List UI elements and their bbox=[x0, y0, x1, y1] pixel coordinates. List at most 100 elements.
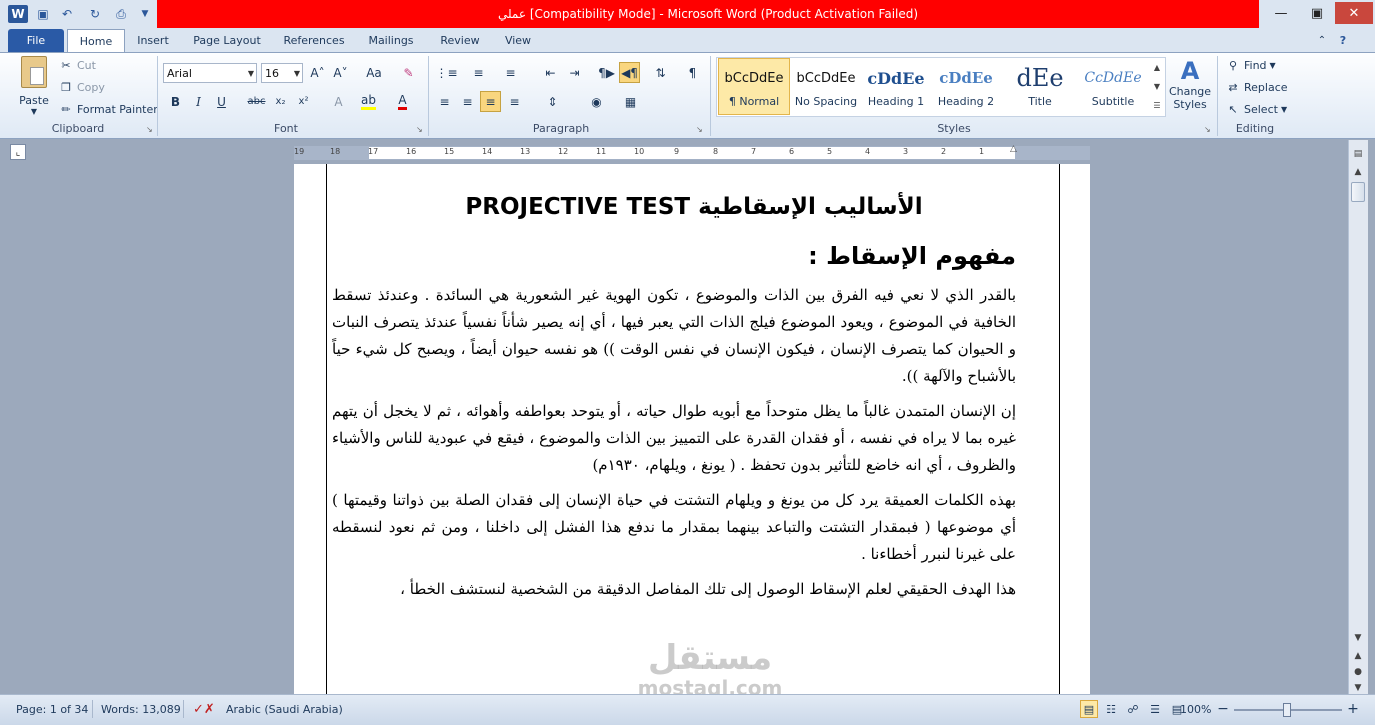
align-right-button[interactable]: ≡ bbox=[480, 91, 501, 112]
clipboard-launcher-icon[interactable]: ↘ bbox=[146, 125, 153, 134]
language-indicator[interactable]: Arabic (Saudi Arabia) bbox=[226, 700, 343, 718]
style-name: Title bbox=[1028, 95, 1052, 108]
help-icon[interactable]: ? bbox=[1334, 29, 1352, 52]
subscript-button[interactable]: x₂ bbox=[270, 91, 291, 112]
underline-button[interactable]: U bbox=[211, 91, 232, 112]
change-styles-button[interactable]: A Change Styles bbox=[1168, 57, 1212, 119]
tab-mailings[interactable]: Mailings bbox=[360, 29, 422, 52]
font-color-button[interactable]: A bbox=[392, 91, 413, 112]
format-painter-button[interactable]: ✏ Format Painter bbox=[58, 99, 157, 119]
numbering-button[interactable]: ≡ bbox=[468, 62, 489, 83]
strikethrough-button[interactable]: abc bbox=[246, 91, 267, 112]
sort-button[interactable]: ⇅ bbox=[650, 62, 671, 83]
select-browse-object-icon[interactable]: ● bbox=[1349, 664, 1367, 680]
maximize-icon[interactable]: ▣ bbox=[1299, 2, 1335, 24]
style-subtitle[interactable]: CcDdEe Subtitle bbox=[1077, 58, 1149, 115]
find-button[interactable]: ⚲ Find ▼ bbox=[1225, 55, 1276, 75]
paragraph-launcher-icon[interactable]: ↘ bbox=[696, 125, 703, 134]
align-left-button[interactable]: ≡ bbox=[434, 91, 455, 112]
style-heading-1[interactable]: cDdEe Heading 1 bbox=[860, 58, 932, 115]
zoom-level[interactable]: 100% bbox=[1180, 700, 1211, 718]
tab-file[interactable]: File bbox=[8, 29, 64, 52]
styles-launcher-icon[interactable]: ↘ bbox=[1204, 125, 1211, 134]
align-center-button[interactable]: ≡ bbox=[457, 91, 478, 112]
ruler-tick: 11 bbox=[596, 147, 607, 156]
style-heading-2[interactable]: cDdEe Heading 2 bbox=[930, 58, 1002, 115]
highlight-button[interactable]: ab bbox=[358, 91, 379, 112]
tab-view[interactable]: View bbox=[496, 29, 540, 52]
select-button[interactable]: ↖ Select ▼ bbox=[1225, 99, 1287, 119]
page-count[interactable]: Page: 1 of 34 bbox=[16, 700, 88, 718]
italic-button[interactable]: I bbox=[188, 91, 209, 112]
justify-button[interactable]: ≡ bbox=[504, 91, 525, 112]
ruler-tick: 6 bbox=[789, 147, 795, 156]
replace-button[interactable]: ⇄ Replace bbox=[1225, 77, 1287, 97]
view-ruler-icon[interactable]: ▤ bbox=[1349, 146, 1367, 162]
zoom-in-icon[interactable]: + bbox=[1346, 700, 1360, 718]
styles-gallery-scroll[interactable]: ▲ ▼ ☰ bbox=[1149, 58, 1165, 116]
zoom-out-icon[interactable]: − bbox=[1216, 700, 1230, 718]
multilevel-list-button[interactable]: ≡ bbox=[500, 62, 521, 83]
tab-home[interactable]: Home bbox=[67, 29, 125, 52]
scroll-thumb[interactable] bbox=[1351, 182, 1365, 202]
change-case-button[interactable]: Aa bbox=[361, 62, 387, 83]
full-screen-reading-icon[interactable]: ☷ bbox=[1102, 700, 1120, 718]
tab-page-layout[interactable]: Page Layout bbox=[186, 29, 268, 52]
font-name-combo[interactable]: Arial ▼ bbox=[163, 63, 257, 83]
paintbrush-icon: ✏ bbox=[61, 102, 71, 116]
paste-button[interactable]: Paste ▼ bbox=[14, 56, 54, 116]
print-layout-view-icon[interactable]: ▤ bbox=[1080, 700, 1098, 718]
style-title[interactable]: dEe Title bbox=[1004, 58, 1076, 115]
minimize-ribbon-icon[interactable]: ⌃ bbox=[1314, 29, 1330, 52]
show-marks-button[interactable]: ¶ bbox=[682, 62, 703, 83]
grow-font-button[interactable]: A˄ bbox=[307, 62, 328, 83]
redo-icon[interactable]: ↻ bbox=[86, 5, 104, 23]
decrease-indent-button[interactable]: ⇤ bbox=[540, 62, 561, 83]
more-icon[interactable]: ☰ bbox=[1149, 96, 1165, 115]
scroll-down-icon[interactable]: ▼ bbox=[1349, 630, 1367, 646]
text-effects-button[interactable]: A bbox=[328, 91, 349, 112]
scroll-down-icon[interactable]: ▼ bbox=[1149, 77, 1165, 96]
tab-selector[interactable]: ⌞ bbox=[10, 144, 26, 160]
paragraph: بالقدر الذي لا نعي فيه الفرق بين الذات و… bbox=[332, 286, 1016, 385]
indent-marker-icon[interactable]: △ bbox=[1010, 144, 1017, 154]
superscript-button[interactable]: x² bbox=[293, 91, 314, 112]
copy-button[interactable]: ❐ Copy bbox=[58, 77, 105, 97]
clear-formatting-button[interactable]: ✎ bbox=[398, 62, 419, 83]
previous-page-icon[interactable]: ▲ bbox=[1349, 648, 1367, 664]
word-count[interactable]: Words: 13,089 bbox=[101, 700, 181, 718]
web-layout-icon[interactable]: ☍ bbox=[1124, 700, 1142, 718]
font-launcher-icon[interactable]: ↘ bbox=[416, 125, 423, 134]
style-normal[interactable]: bCcDdEe ¶ Normal bbox=[718, 58, 790, 115]
minimize-icon[interactable]: — bbox=[1263, 2, 1299, 24]
rtl-direction-button[interactable]: ◀¶ bbox=[619, 62, 640, 83]
document-page[interactable]: الأساليب الإسقاطية PROJECTIVE TEST مفهوم… bbox=[294, 164, 1090, 694]
tab-review[interactable]: Review bbox=[432, 29, 488, 52]
document-body[interactable]: الأساليب الإسقاطية PROJECTIVE TEST مفهوم… bbox=[332, 194, 1016, 611]
word-icon[interactable]: W bbox=[8, 5, 28, 23]
scroll-up-icon[interactable]: ▲ bbox=[1349, 164, 1367, 180]
vertical-scrollbar[interactable] bbox=[1348, 140, 1368, 694]
bullets-button[interactable]: ⋮≡ bbox=[435, 62, 457, 83]
style-no-spacing[interactable]: bCcDdEe No Spacing bbox=[790, 58, 862, 115]
tab-references[interactable]: References bbox=[276, 29, 352, 52]
borders-button[interactable]: ▦ bbox=[620, 91, 641, 112]
bold-button[interactable]: B bbox=[165, 91, 186, 112]
zoom-slider-thumb[interactable] bbox=[1283, 703, 1291, 717]
font-size-combo[interactable]: 16 ▼ bbox=[261, 63, 303, 83]
increase-indent-button[interactable]: ⇥ bbox=[564, 62, 585, 83]
tab-insert[interactable]: Insert bbox=[130, 29, 176, 52]
print-preview-icon[interactable]: ⎙ bbox=[110, 5, 132, 23]
proofing-error-icon[interactable]: ✓✗ bbox=[193, 700, 215, 718]
line-spacing-button[interactable]: ⇕ bbox=[542, 91, 563, 112]
shading-button[interactable]: ◉ bbox=[586, 91, 607, 112]
save-icon[interactable]: ▣ bbox=[34, 5, 52, 23]
shrink-font-button[interactable]: A˅ bbox=[330, 62, 351, 83]
close-icon[interactable]: ✕ bbox=[1335, 2, 1373, 24]
ltr-direction-button[interactable]: ¶▶ bbox=[596, 62, 617, 83]
scroll-up-icon[interactable]: ▲ bbox=[1149, 58, 1165, 77]
undo-icon[interactable]: ↶ bbox=[56, 5, 78, 23]
cut-button[interactable]: ✂ Cut bbox=[58, 55, 96, 75]
outline-view-icon[interactable]: ☰ bbox=[1146, 700, 1164, 718]
customize-qat-icon[interactable]: ▼ bbox=[138, 5, 152, 23]
